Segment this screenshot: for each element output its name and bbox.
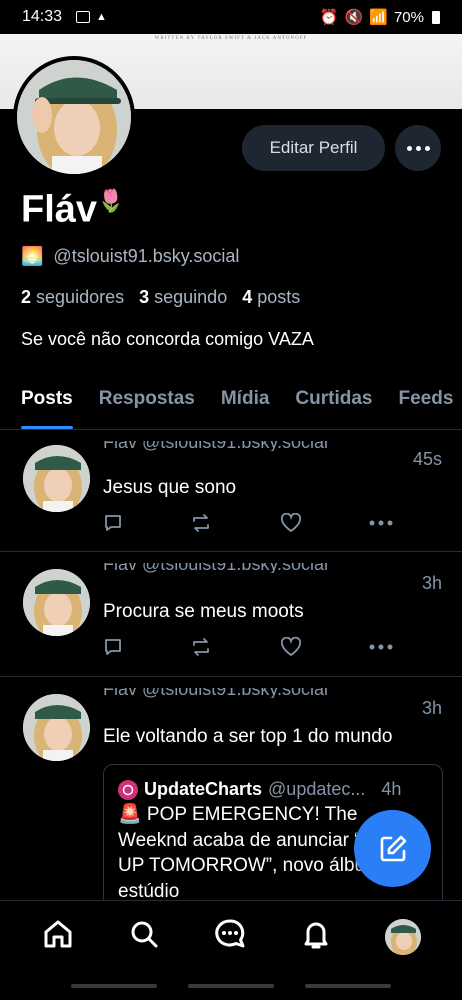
signal-app-icon: ▲	[96, 11, 107, 23]
profile-avatar[interactable]	[13, 56, 135, 178]
compose-icon	[380, 835, 406, 861]
banner-text: WRITTEN BY TAYLOR SWIFT & JACK ANTONOFF	[154, 36, 308, 41]
post-time: 3h	[421, 573, 442, 593]
post-header: Fláv @tslouist91.bsky.social	[103, 563, 383, 573]
bell-icon	[304, 922, 328, 949]
display-name-text: Fláv	[21, 188, 98, 231]
posts-label: posts	[257, 287, 301, 307]
post-item[interactable]: Fláv @tslouist91.bsky.social 3h Procura …	[0, 553, 462, 677]
handle-row: 🌅 @tslouist91.bsky.social	[21, 246, 239, 267]
nav-search[interactable]	[127, 917, 161, 956]
post-avatar[interactable]	[23, 569, 90, 636]
post-header-text: Fláv @tslouist91.bsky.social	[103, 563, 329, 573]
gesture-back[interactable]	[305, 984, 392, 988]
more-dot-icon	[406, 145, 412, 151]
post-header-text: Fláv @tslouist91.bsky.social	[103, 441, 329, 451]
sun-icon: 🌅	[21, 246, 44, 266]
more-dot-icon	[415, 145, 421, 151]
post-header: Fláv @tslouist91.bsky.social	[103, 441, 383, 451]
alarm-icon: ⏰	[319, 9, 339, 26]
like-button[interactable]	[280, 637, 302, 657]
quote-avatar	[118, 779, 138, 800]
compose-button[interactable]	[354, 810, 431, 887]
search-icon	[131, 921, 158, 948]
gallery-icon	[76, 11, 91, 23]
reply-button[interactable]	[103, 513, 123, 533]
quote-author: UpdateCharts	[144, 779, 263, 799]
post-text: Jesus que sono	[103, 477, 237, 498]
reply-button[interactable]	[103, 637, 123, 657]
post-header: Fláv @tslouist91.bsky.social	[103, 688, 383, 698]
status-time: 14:33	[22, 8, 63, 25]
edit-profile-button[interactable]: Editar Perfil	[242, 125, 385, 171]
quote-time: 4h	[381, 779, 402, 799]
repost-button[interactable]	[190, 637, 212, 657]
post-time: 45s	[412, 449, 442, 469]
tab-likes[interactable]: Curtidas	[295, 378, 372, 429]
post-text: Ele voltando a ser top 1 do mundo	[103, 726, 393, 747]
tab-posts[interactable]: Posts	[21, 378, 73, 429]
notification-icons: ▲	[76, 11, 107, 23]
quote-handle: @updatec...	[268, 779, 366, 799]
quote-header: UpdateCharts @updatec... 4h	[118, 779, 428, 800]
wifi-icon: 📶	[369, 9, 388, 26]
post-text: Procura se meus moots	[103, 601, 304, 622]
post-item[interactable]: Fláv @tslouist91.bsky.social 45s Jesus q…	[0, 431, 462, 552]
mute-icon: 🔇	[344, 9, 364, 26]
tab-feeds[interactable]: Feeds	[399, 378, 454, 429]
display-name: Fláv🌷	[21, 188, 124, 232]
battery-level: 70%	[393, 8, 424, 26]
more-options-button[interactable]	[395, 125, 441, 171]
nav-home[interactable]	[41, 917, 75, 956]
profile-handle: @tslouist91.bsky.social	[53, 246, 240, 266]
status-bar: 14:33 ▲ ⏰ 🔇 📶 70%	[0, 0, 462, 34]
more-dot-icon	[424, 145, 430, 151]
repost-button[interactable]	[190, 513, 212, 533]
like-button[interactable]	[280, 513, 302, 533]
posts-count: 4	[242, 287, 253, 307]
gesture-recent[interactable]	[70, 984, 157, 988]
posts-stat: 4 posts	[242, 287, 300, 307]
post-actions	[103, 513, 393, 533]
battery-icon	[432, 10, 440, 24]
gesture-home[interactable]	[187, 984, 274, 988]
nav-notifications[interactable]	[299, 917, 333, 956]
post-more-button[interactable]	[369, 520, 393, 526]
profile-bio: Se você não concorda comigo VAZA	[21, 329, 314, 349]
post-more-button[interactable]	[369, 644, 393, 650]
nav-profile-avatar[interactable]	[385, 918, 421, 955]
post-time: 3h	[421, 698, 442, 718]
status-right: ⏰ 🔇 📶 70%	[320, 8, 440, 26]
tab-media[interactable]: Mídia	[221, 378, 270, 429]
post-avatar[interactable]	[23, 445, 90, 512]
following-link[interactable]: 3 seguindo	[139, 287, 227, 307]
post-actions	[103, 637, 393, 657]
post-avatar[interactable]	[23, 694, 90, 761]
following-label: seguindo	[154, 287, 228, 307]
profile-stats: 2 seguidores 3 seguindo 4 posts	[21, 287, 300, 308]
followers-label: seguidores	[36, 287, 125, 307]
chat-icon	[215, 919, 245, 948]
tab-replies[interactable]: Respostas	[99, 378, 195, 429]
nav-messages[interactable]	[213, 917, 247, 956]
home-icon	[44, 920, 72, 948]
bottom-nav	[0, 900, 462, 972]
post-header-text: Fláv @tslouist91.bsky.social	[103, 688, 329, 698]
following-count: 3	[139, 287, 150, 307]
gesture-bar	[0, 972, 462, 1000]
followers-link[interactable]: 2 seguidores	[21, 287, 124, 307]
followers-count: 2	[21, 287, 32, 307]
display-name-emoji: 🌷	[97, 188, 125, 213]
profile-tabs: Posts Respostas Mídia Curtidas Feeds	[0, 378, 462, 430]
